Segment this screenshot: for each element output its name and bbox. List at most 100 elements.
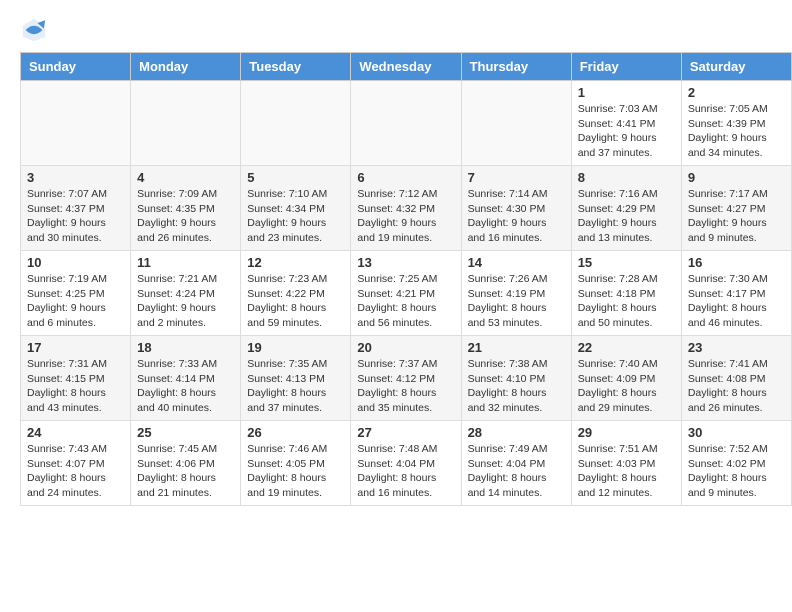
col-header-sunday: Sunday bbox=[21, 53, 131, 81]
page-header bbox=[0, 0, 792, 52]
day-cell: 10Sunrise: 7:19 AM Sunset: 4:25 PM Dayli… bbox=[21, 251, 131, 336]
day-info: Sunrise: 7:43 AM Sunset: 4:07 PM Dayligh… bbox=[27, 442, 124, 501]
day-info: Sunrise: 7:49 AM Sunset: 4:04 PM Dayligh… bbox=[468, 442, 565, 501]
day-info: Sunrise: 7:09 AM Sunset: 4:35 PM Dayligh… bbox=[137, 187, 234, 246]
calendar-header: SundayMondayTuesdayWednesdayThursdayFrid… bbox=[21, 53, 792, 81]
day-cell: 23 Sunrise: 7:41 AM Sunset: 4:08 PM Dayli… bbox=[681, 336, 791, 421]
day-number: 13 bbox=[357, 255, 454, 270]
day-cell: 13 Sunrise: 7:25 AM Sunset: 4:21 PM Dayli… bbox=[351, 251, 461, 336]
day-cell: 30 Sunrise: 7:52 AM Sunset: 4:02 PM Dayli… bbox=[681, 421, 791, 506]
week-row-1: 1Sunrise: 7:03 AM Sunset: 4:41 PM Daylig… bbox=[21, 81, 792, 166]
day-number: 22 bbox=[578, 340, 675, 355]
day-number: 4 bbox=[137, 170, 234, 185]
day-cell: 19 Sunrise: 7:35 AM Sunset: 4:13 PM Dayli… bbox=[241, 336, 351, 421]
day-cell: 2 Sunrise: 7:05 AM Sunset: 4:39 PM Daylig… bbox=[681, 81, 791, 166]
day-info: Sunrise: 7:03 AM Sunset: 4:41 PM Dayligh… bbox=[578, 102, 675, 161]
day-cell: 8 Sunrise: 7:16 AM Sunset: 4:29 PM Daylig… bbox=[571, 166, 681, 251]
week-row-5: 24 Sunrise: 7:43 AM Sunset: 4:07 PM Dayli… bbox=[21, 421, 792, 506]
day-number: 10 bbox=[27, 255, 124, 270]
day-cell: 28 Sunrise: 7:49 AM Sunset: 4:04 PM Dayli… bbox=[461, 421, 571, 506]
col-header-wednesday: Wednesday bbox=[351, 53, 461, 81]
day-cell: 11 Sunrise: 7:21 AM Sunset: 4:24 PM Dayli… bbox=[131, 251, 241, 336]
day-cell bbox=[461, 81, 571, 166]
day-info: Sunrise: 7:51 AM Sunset: 4:03 PM Dayligh… bbox=[578, 442, 675, 501]
day-number: 24 bbox=[27, 425, 124, 440]
day-info: Sunrise: 7:52 AM Sunset: 4:02 PM Dayligh… bbox=[688, 442, 785, 501]
day-cell: 15 Sunrise: 7:28 AM Sunset: 4:18 PM Dayli… bbox=[571, 251, 681, 336]
day-info: Sunrise: 7:45 AM Sunset: 4:06 PM Dayligh… bbox=[137, 442, 234, 501]
day-number: 26 bbox=[247, 425, 344, 440]
day-info: Sunrise: 7:38 AM Sunset: 4:10 PM Dayligh… bbox=[468, 357, 565, 416]
col-header-thursday: Thursday bbox=[461, 53, 571, 81]
day-cell: 5Sunrise: 7:10 AM Sunset: 4:34 PM Daylig… bbox=[241, 166, 351, 251]
week-row-2: 3 Sunrise: 7:07 AM Sunset: 4:37 PM Daylig… bbox=[21, 166, 792, 251]
day-number: 23 bbox=[688, 340, 785, 355]
day-number: 14 bbox=[468, 255, 565, 270]
day-info: Sunrise: 7:14 AM Sunset: 4:30 PM Dayligh… bbox=[468, 187, 565, 246]
day-number: 2 bbox=[688, 85, 785, 100]
day-number: 21 bbox=[468, 340, 565, 355]
day-number: 28 bbox=[468, 425, 565, 440]
day-info: Sunrise: 7:21 AM Sunset: 4:24 PM Dayligh… bbox=[137, 272, 234, 331]
day-info: Sunrise: 7:30 AM Sunset: 4:17 PM Dayligh… bbox=[688, 272, 785, 331]
day-number: 30 bbox=[688, 425, 785, 440]
day-number: 17 bbox=[27, 340, 124, 355]
day-number: 15 bbox=[578, 255, 675, 270]
header-row: SundayMondayTuesdayWednesdayThursdayFrid… bbox=[21, 53, 792, 81]
day-info: Sunrise: 7:25 AM Sunset: 4:21 PM Dayligh… bbox=[357, 272, 454, 331]
day-cell: 21 Sunrise: 7:38 AM Sunset: 4:10 PM Dayli… bbox=[461, 336, 571, 421]
day-cell: 26 Sunrise: 7:46 AM Sunset: 4:05 PM Dayli… bbox=[241, 421, 351, 506]
day-info: Sunrise: 7:07 AM Sunset: 4:37 PM Dayligh… bbox=[27, 187, 124, 246]
day-info: Sunrise: 7:40 AM Sunset: 4:09 PM Dayligh… bbox=[578, 357, 675, 416]
day-cell bbox=[21, 81, 131, 166]
day-info: Sunrise: 7:10 AM Sunset: 4:34 PM Dayligh… bbox=[247, 187, 344, 246]
col-header-monday: Monday bbox=[131, 53, 241, 81]
day-number: 8 bbox=[578, 170, 675, 185]
week-row-4: 17 Sunrise: 7:31 AM Sunset: 4:15 PM Dayli… bbox=[21, 336, 792, 421]
day-cell: 27Sunrise: 7:48 AM Sunset: 4:04 PM Dayli… bbox=[351, 421, 461, 506]
day-info: Sunrise: 7:41 AM Sunset: 4:08 PM Dayligh… bbox=[688, 357, 785, 416]
day-cell: 3 Sunrise: 7:07 AM Sunset: 4:37 PM Daylig… bbox=[21, 166, 131, 251]
day-number: 7 bbox=[468, 170, 565, 185]
logo bbox=[20, 16, 52, 44]
col-header-friday: Friday bbox=[571, 53, 681, 81]
day-cell bbox=[131, 81, 241, 166]
day-cell: 22 Sunrise: 7:40 AM Sunset: 4:09 PM Dayli… bbox=[571, 336, 681, 421]
day-cell: 17 Sunrise: 7:31 AM Sunset: 4:15 PM Dayli… bbox=[21, 336, 131, 421]
day-info: Sunrise: 7:28 AM Sunset: 4:18 PM Dayligh… bbox=[578, 272, 675, 331]
day-number: 18 bbox=[137, 340, 234, 355]
day-info: Sunrise: 7:33 AM Sunset: 4:14 PM Dayligh… bbox=[137, 357, 234, 416]
day-cell bbox=[241, 81, 351, 166]
day-info: Sunrise: 7:46 AM Sunset: 4:05 PM Dayligh… bbox=[247, 442, 344, 501]
day-cell: 29 Sunrise: 7:51 AM Sunset: 4:03 PM Dayli… bbox=[571, 421, 681, 506]
day-number: 19 bbox=[247, 340, 344, 355]
calendar-body: 1Sunrise: 7:03 AM Sunset: 4:41 PM Daylig… bbox=[21, 81, 792, 506]
day-cell: 25 Sunrise: 7:45 AM Sunset: 4:06 PM Dayli… bbox=[131, 421, 241, 506]
day-info: Sunrise: 7:37 AM Sunset: 4:12 PM Dayligh… bbox=[357, 357, 454, 416]
day-number: 25 bbox=[137, 425, 234, 440]
day-cell: 7 Sunrise: 7:14 AM Sunset: 4:30 PM Daylig… bbox=[461, 166, 571, 251]
col-header-tuesday: Tuesday bbox=[241, 53, 351, 81]
day-cell: 1Sunrise: 7:03 AM Sunset: 4:41 PM Daylig… bbox=[571, 81, 681, 166]
day-cell: 6Sunrise: 7:12 AM Sunset: 4:32 PM Daylig… bbox=[351, 166, 461, 251]
day-cell: 9Sunrise: 7:17 AM Sunset: 4:27 PM Daylig… bbox=[681, 166, 791, 251]
day-info: Sunrise: 7:35 AM Sunset: 4:13 PM Dayligh… bbox=[247, 357, 344, 416]
day-number: 11 bbox=[137, 255, 234, 270]
col-header-saturday: Saturday bbox=[681, 53, 791, 81]
day-number: 20 bbox=[357, 340, 454, 355]
day-cell: 14 Sunrise: 7:26 AM Sunset: 4:19 PM Dayli… bbox=[461, 251, 571, 336]
day-cell: 18 Sunrise: 7:33 AM Sunset: 4:14 PM Dayli… bbox=[131, 336, 241, 421]
day-info: Sunrise: 7:05 AM Sunset: 4:39 PM Dayligh… bbox=[688, 102, 785, 161]
day-info: Sunrise: 7:31 AM Sunset: 4:15 PM Dayligh… bbox=[27, 357, 124, 416]
week-row-3: 10Sunrise: 7:19 AM Sunset: 4:25 PM Dayli… bbox=[21, 251, 792, 336]
day-cell: 20 Sunrise: 7:37 AM Sunset: 4:12 PM Dayli… bbox=[351, 336, 461, 421]
logo-icon bbox=[20, 16, 48, 44]
calendar-table: SundayMondayTuesdayWednesdayThursdayFrid… bbox=[20, 52, 792, 506]
day-number: 29 bbox=[578, 425, 675, 440]
day-info: Sunrise: 7:26 AM Sunset: 4:19 PM Dayligh… bbox=[468, 272, 565, 331]
day-cell: 12Sunrise: 7:23 AM Sunset: 4:22 PM Dayli… bbox=[241, 251, 351, 336]
day-info: Sunrise: 7:16 AM Sunset: 4:29 PM Dayligh… bbox=[578, 187, 675, 246]
day-cell: 24 Sunrise: 7:43 AM Sunset: 4:07 PM Dayli… bbox=[21, 421, 131, 506]
day-cell: 16Sunrise: 7:30 AM Sunset: 4:17 PM Dayli… bbox=[681, 251, 791, 336]
day-number: 3 bbox=[27, 170, 124, 185]
